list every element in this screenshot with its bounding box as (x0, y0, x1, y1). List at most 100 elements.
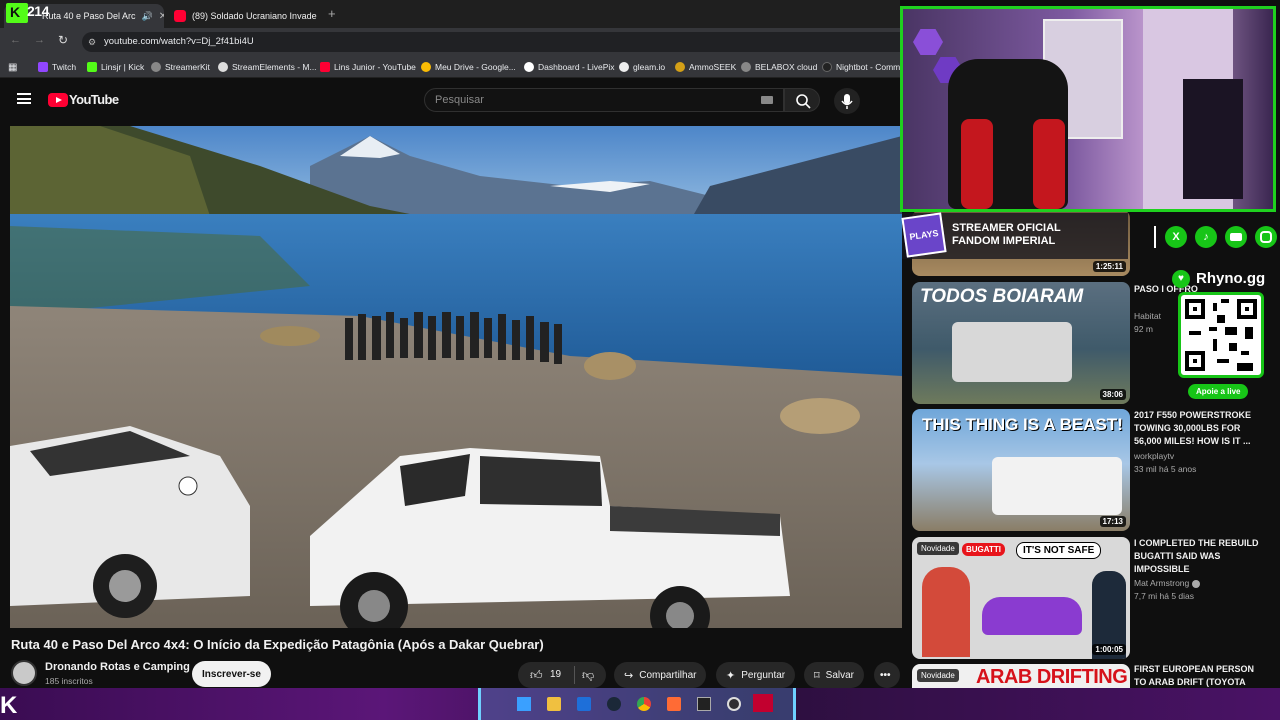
heart-icon: ♥ (1172, 270, 1190, 288)
sidebar-channel[interactable]: Habitat (1134, 311, 1161, 321)
thumbnail-vehicle (992, 457, 1122, 515)
terminal-icon[interactable] (697, 697, 711, 711)
overlay-counter: 214 (27, 3, 49, 19)
site-info-icon[interactable]: ⚙ (88, 32, 96, 52)
url-text: youtube.com/watch?v=Dj_2f41bi4U (104, 36, 254, 47)
app-icon[interactable] (667, 697, 681, 711)
ask-label: Perguntar (741, 669, 786, 681)
apps-grid-icon[interactable]: ▦ (8, 60, 17, 74)
youtube-icon (1225, 226, 1247, 248)
close-icon[interactable]: ✕ (317, 11, 320, 22)
like-button[interactable]: 👍︎ (530, 668, 543, 683)
x-icon: X (1165, 226, 1187, 248)
duration-badge: 1:00:05 (1092, 644, 1126, 655)
forward-icon[interactable]: → (34, 34, 45, 46)
sidebar-channel[interactable]: workplaytv (1134, 451, 1174, 461)
app-icon[interactable] (753, 694, 773, 712)
bookmark-drive[interactable]: Meu Drive - Google... (421, 60, 516, 74)
twitch-icon (38, 62, 48, 72)
taskbar-apps (478, 688, 796, 720)
dislike-button[interactable]: 👎︎ (582, 668, 594, 683)
streamer-banner: PLAYS STREAMER OFICIAL FANDOM IMPERIAL (901, 212, 1128, 259)
bookmark-label: gleam.io (633, 62, 666, 72)
like-count: 19 (550, 669, 562, 680)
sidebar-thumbnail-4[interactable]: Novidade ARAB DRIFTING (912, 664, 1130, 688)
bookmark-twitch[interactable]: Twitch (38, 60, 76, 74)
close-icon[interactable]: ✕ (153, 11, 164, 22)
new-tab-icon[interactable]: + (328, 6, 336, 21)
sparkle-icon: ✦ (726, 669, 736, 682)
save-button[interactable]: ⌑ Salvar (804, 662, 865, 688)
thumbnail-text: THIS THING IS A BEAST! (922, 415, 1123, 434)
tiktok-icon: ♪ (1195, 226, 1217, 248)
youtube-logo-icon[interactable] (48, 93, 68, 107)
bookmark-kick[interactable]: Linsjr | Kick (87, 60, 144, 74)
ask-button[interactable]: ✦ Perguntar (716, 662, 796, 688)
steam-icon[interactable] (607, 697, 621, 711)
keyboard-icon[interactable] (761, 96, 773, 104)
sidebar-video-title[interactable]: I COMPLETED THE REBUILD BUGATTI SAID WAS… (1134, 537, 1264, 576)
sidebar-channel-row[interactable]: Mat Armstrong (1134, 578, 1200, 588)
bookmark-label: StreamElements - M... (232, 62, 317, 72)
bookmark-ammoseek[interactable]: AmmoSEEK (675, 60, 736, 74)
plays-badge: PLAYS (901, 212, 947, 258)
share-button[interactable]: ↪ Compartilhar (614, 662, 707, 688)
bookmark-label: Lins Junior - YouTube (334, 62, 416, 72)
youtube-logo-text: YouTube (69, 92, 119, 107)
search-placeholder: Pesquisar (435, 94, 484, 106)
search-button[interactable] (784, 88, 820, 112)
qr-pattern (1185, 299, 1257, 371)
back-icon[interactable]: ← (10, 34, 21, 46)
speaker-icon[interactable]: 🔊 (142, 11, 153, 22)
browser-tab-bar: Ruta 40 e Paso Del Arc 🔊 ✕ (89) Soldado … (0, 0, 900, 28)
thumbnail-vehicle (952, 322, 1072, 382)
tab-label: (89) Soldado Ucraniano Invade (192, 11, 317, 21)
obs-icon[interactable] (727, 697, 741, 711)
share-icon: ↪ (624, 669, 634, 682)
channel-name[interactable]: Dronando Rotas e Camping (45, 661, 190, 673)
sidebar-thumbnail-2[interactable]: THIS THING IS A BEAST! 17:13 (912, 409, 1130, 531)
bookmark-streamelements[interactable]: StreamElements - M... (218, 60, 317, 74)
channel-avatar[interactable] (11, 660, 37, 686)
bookmark-gleam[interactable]: gleam.io (619, 60, 665, 74)
kick-logo-letter: K (10, 4, 21, 20)
video-title: Ruta 40 e Paso Del Arco 4x4: O Início da… (11, 637, 544, 652)
support-live-label: Apoie a live (1188, 384, 1249, 399)
voice-search-button[interactable] (834, 88, 860, 114)
search-input[interactable]: Pesquisar (424, 88, 784, 112)
windows-start-icon[interactable] (517, 697, 531, 711)
streamelements-icon (218, 62, 228, 72)
menu-icon[interactable] (17, 93, 31, 104)
url-input[interactable]: ⚙ youtube.com/watch?v=Dj_2f41bi4U (82, 32, 900, 52)
reload-icon[interactable]: ↻ (58, 33, 68, 47)
sidebar-video-title[interactable]: FIRST EUROPEAN PERSON TO ARAB DRIFT (Toy… (1134, 663, 1264, 688)
sidebar-thumbnail-3[interactable]: Novidade BUGATTI IT'S NOT SAFE 1:00:05 (912, 537, 1130, 659)
bookmark-youtube[interactable]: Lins Junior - YouTube (320, 60, 416, 74)
save-label: Salvar (825, 669, 855, 681)
sidebar-channel: Mat Armstrong (1134, 578, 1190, 588)
more-actions-button[interactable]: ••• (874, 662, 900, 688)
sidebar-video-title[interactable]: 2017 F550 POWERSTROKE TOWING 30,000lbs F… (1134, 409, 1264, 448)
bookmark-nightbot[interactable]: Nightbot - Comm (822, 60, 900, 74)
subscribe-button[interactable]: Inscrever-se (192, 661, 271, 687)
thumbnail-text: TODOS BOIARAM (920, 286, 1084, 307)
outlook-icon[interactable] (577, 697, 591, 711)
chair-accent (1033, 119, 1065, 209)
chair-accent (961, 119, 993, 209)
thumbnail-person (922, 567, 970, 657)
sidebar-thumbnail-1[interactable]: TODOS BOIARAM 38:06 (912, 282, 1130, 404)
google-drive-icon (421, 62, 431, 72)
bookmark-label: Dashboard - LivePix (538, 62, 615, 72)
share-label: Compartilhar (639, 669, 697, 681)
video-player[interactable] (10, 126, 902, 628)
file-explorer-icon[interactable] (547, 697, 561, 711)
chrome-icon[interactable] (637, 697, 651, 711)
instagram-icon (1255, 226, 1277, 248)
bookmark-streamerkit[interactable]: StreamerKit (151, 60, 210, 74)
bookmark-belabox[interactable]: BELABOX cloud (741, 60, 817, 74)
globe-icon (741, 62, 751, 72)
sidebar-meta: 7,7 mi há 5 dias (1134, 591, 1195, 601)
tab-inactive[interactable]: (89) Soldado Ucraniano Invade ✕ (166, 4, 320, 28)
bookmark-livepix[interactable]: Dashboard - LivePix (524, 60, 615, 74)
bookmark-label: Nightbot - Comm (836, 62, 900, 72)
